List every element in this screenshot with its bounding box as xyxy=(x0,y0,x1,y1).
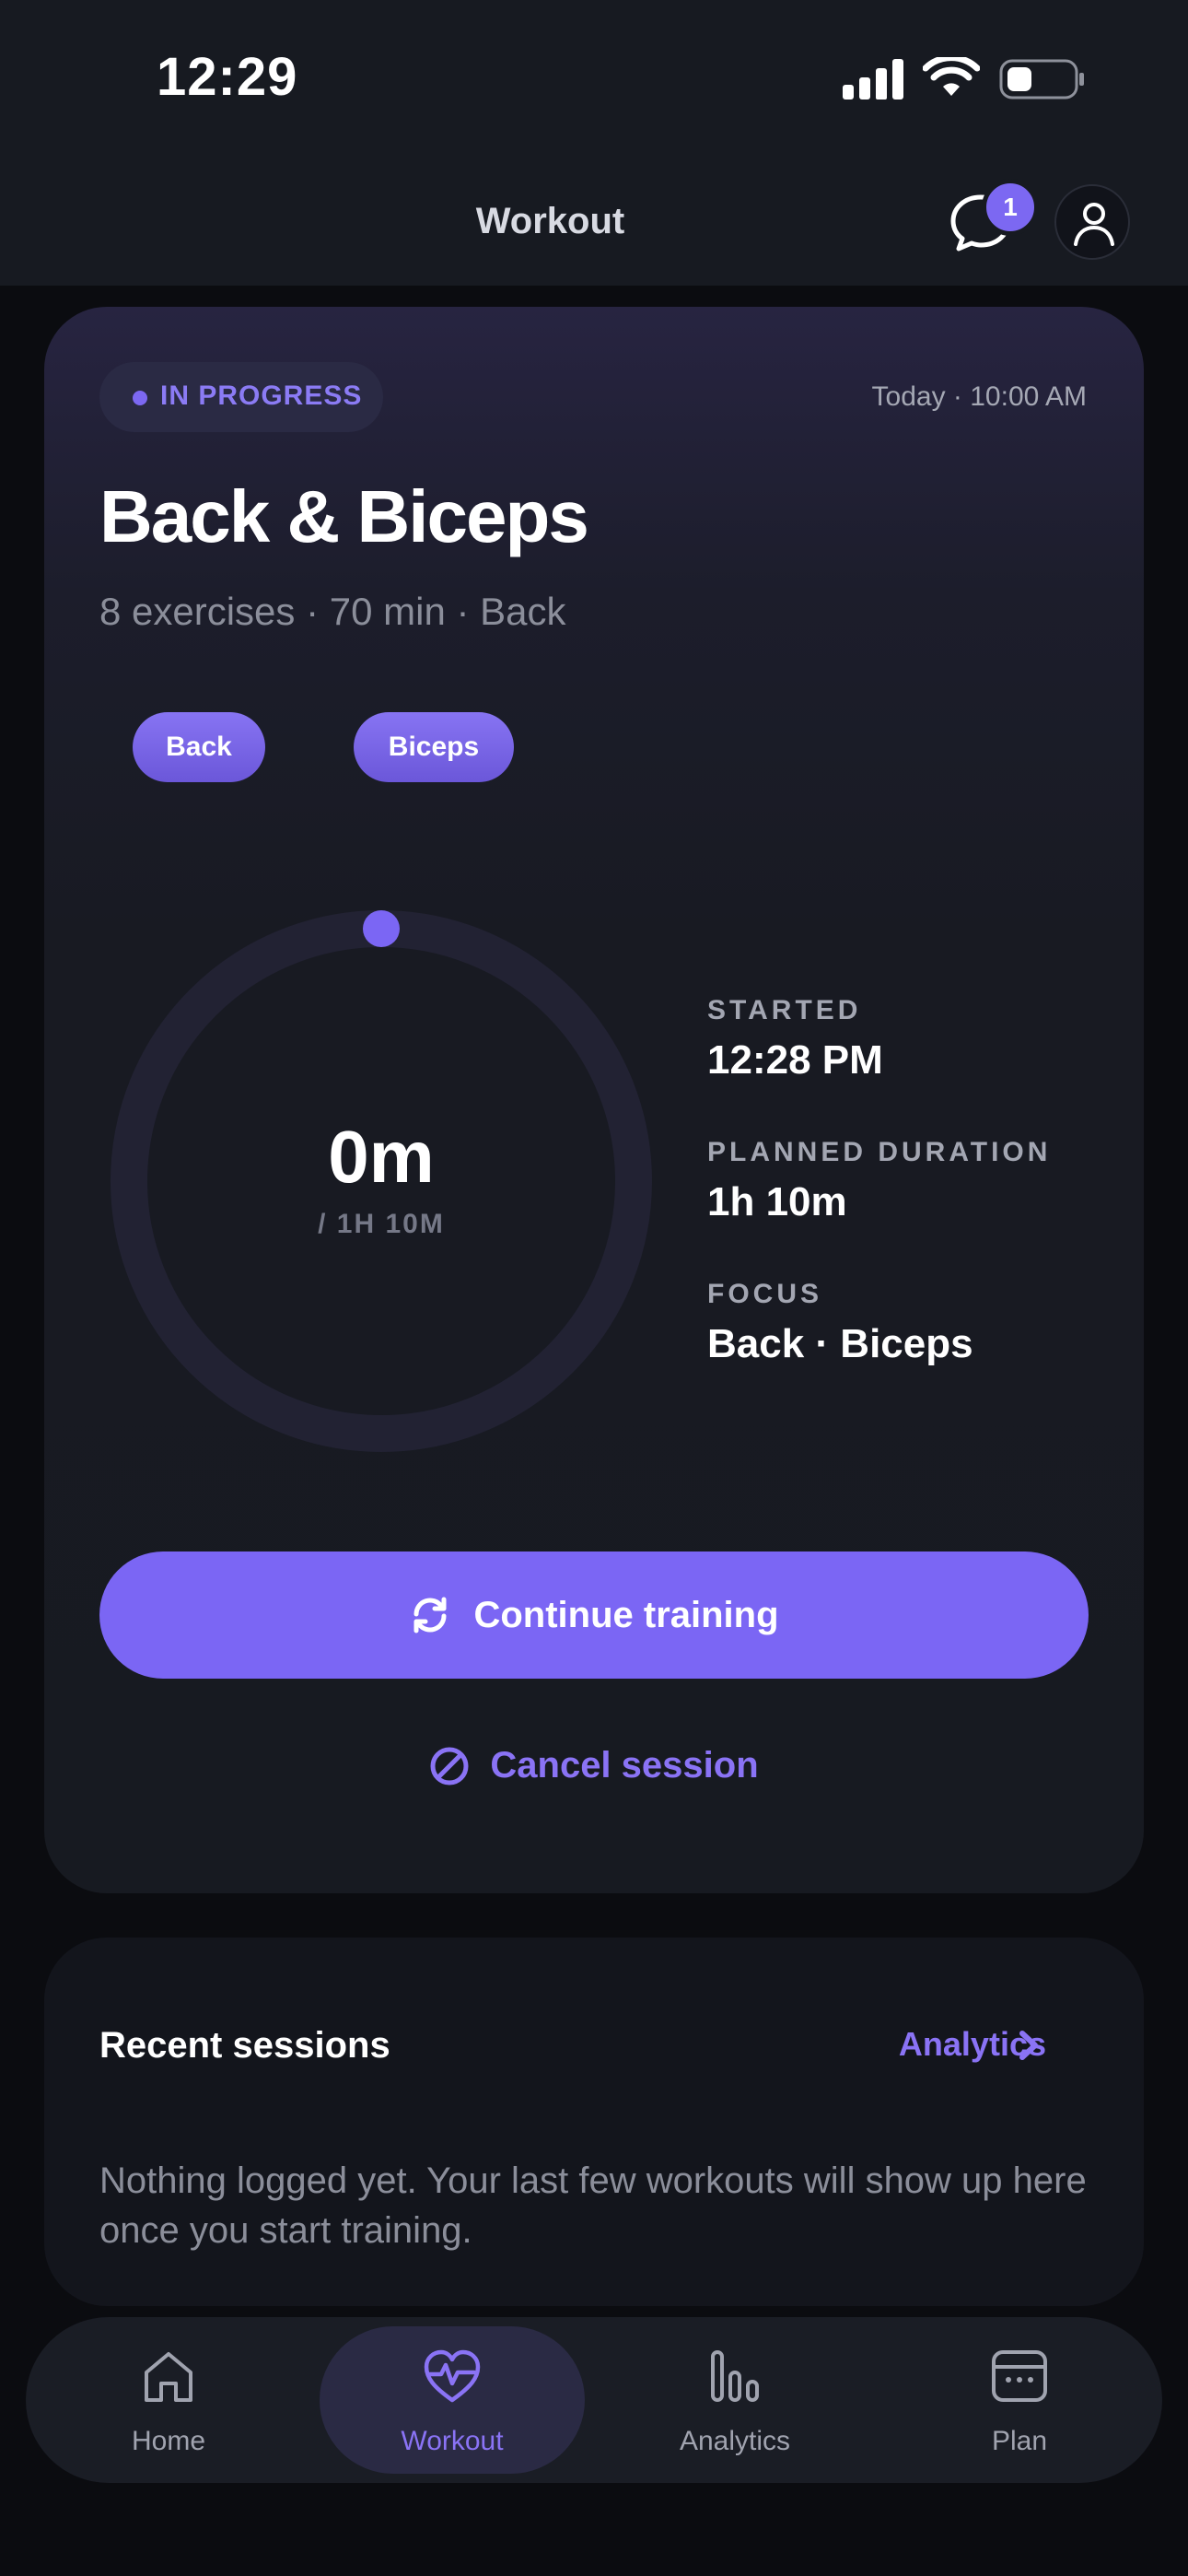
refresh-icon xyxy=(413,1597,447,1633)
heart-pulse-icon xyxy=(424,2349,481,2403)
cancel-icon xyxy=(430,1747,469,1785)
cancel-session-label: Cancel session xyxy=(490,1745,759,1786)
tab-plan[interactable]: Plan xyxy=(886,2317,1153,2483)
bar-chart-icon xyxy=(711,2350,759,2402)
person-icon xyxy=(1074,203,1114,246)
status-time: 12:29 xyxy=(157,47,298,107)
cancel-session-button[interactable]: Cancel session xyxy=(0,1745,1188,1786)
stat-label-planned-duration: PLANNED DURATION xyxy=(707,1137,1052,1167)
total-duration: / 1H 10M xyxy=(318,1209,445,1239)
stat-value-focus: Back · Biceps xyxy=(707,1321,973,1366)
stat-value-started: 12:28 PM xyxy=(707,1037,883,1083)
profile-button[interactable] xyxy=(1054,184,1130,260)
tab-workout-label: Workout xyxy=(401,2426,504,2456)
tab-plan-label: Plan xyxy=(991,2426,1048,2456)
tag-back[interactable]: Back xyxy=(133,712,265,782)
wifi-icon xyxy=(923,57,980,96)
tab-home-label: Home xyxy=(131,2426,206,2456)
tab-workout[interactable]: Workout xyxy=(319,2317,586,2483)
cellular-signal-icon xyxy=(843,59,903,100)
home-icon xyxy=(145,2352,192,2402)
stat-value-planned-duration: 1h 10m xyxy=(707,1179,847,1224)
status-dot xyxy=(133,391,147,405)
stat-label-focus: FOCUS xyxy=(707,1279,822,1309)
continue-training-button[interactable]: Continue training xyxy=(99,1551,1089,1679)
workout-title: Back & Biceps xyxy=(99,475,589,557)
chevron-right-icon[interactable] xyxy=(1017,2030,1041,2061)
notification-badge: 1 xyxy=(982,179,1039,236)
tag-biceps[interactable]: Biceps xyxy=(354,712,514,782)
recent-sessions-empty-text: Nothing logged yet. Your last few workou… xyxy=(99,2160,1087,2251)
battery-icon xyxy=(999,59,1084,100)
stat-label-started: STARTED xyxy=(707,995,862,1025)
header-title: Workout xyxy=(475,201,625,241)
tab-home[interactable]: Home xyxy=(35,2317,302,2483)
workout-subtitle: 8 exercises · 70 min · Back xyxy=(99,590,566,633)
tab-analytics-label: Analytics xyxy=(679,2426,791,2456)
recent-sessions-title: Recent sessions xyxy=(99,2025,390,2066)
elapsed-time: 0m xyxy=(328,1116,435,1198)
session-datetime: Today · 10:00 AM xyxy=(871,381,1087,412)
calendar-icon xyxy=(992,2350,1047,2402)
status-badge-label: IN PROGRESS xyxy=(160,381,363,411)
continue-training-label: Continue training xyxy=(473,1594,779,1635)
tab-analytics[interactable]: Analytics xyxy=(601,2317,868,2483)
